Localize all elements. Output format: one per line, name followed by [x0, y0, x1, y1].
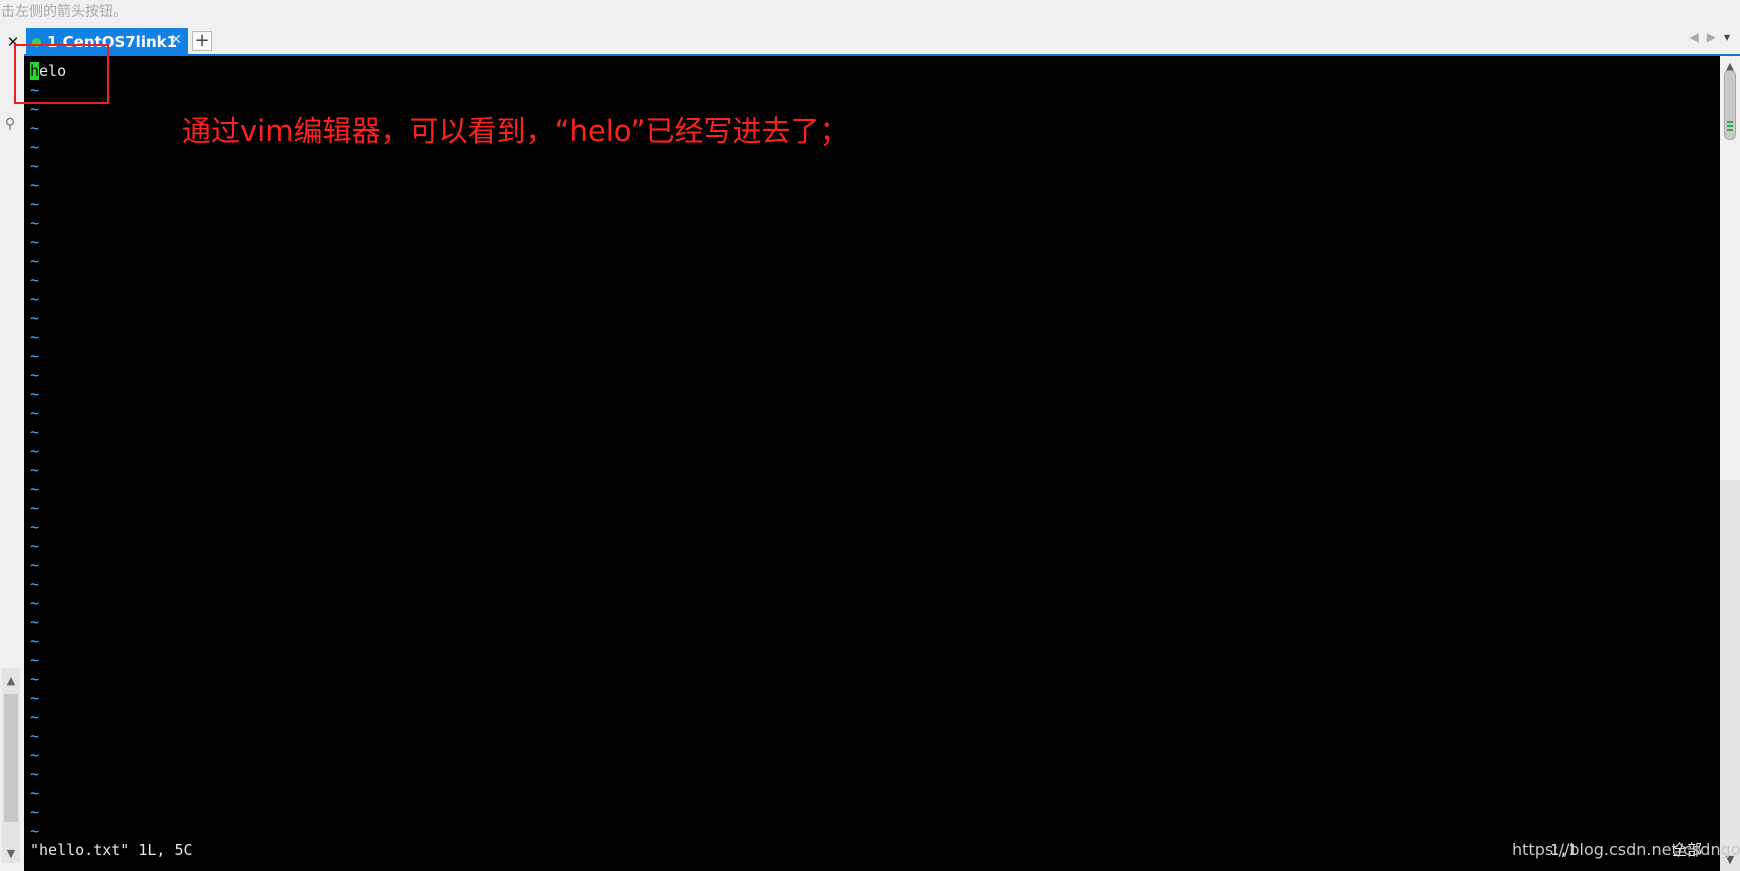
tilde-line: ~: [30, 556, 40, 574]
vim-status-line: "hello.txt" 1L, 5C: [30, 841, 193, 859]
search-icon[interactable]: ⚲: [0, 116, 20, 136]
tilde-line: ~: [30, 290, 40, 308]
annotation-highlight-box: [14, 44, 109, 104]
tilde-line: ~: [30, 138, 40, 156]
tilde-line: ~: [30, 670, 40, 688]
tilde-line: ~: [30, 404, 40, 422]
left-scrollbar[interactable]: ▲ ▼: [2, 668, 20, 863]
tilde-line: ~: [30, 708, 40, 726]
scroll-thumb[interactable]: [1724, 70, 1736, 140]
tilde-line: ~: [30, 271, 40, 289]
tilde-line: ~: [30, 214, 40, 232]
tilde-line: ~: [30, 366, 40, 384]
tilde-line: ~: [30, 252, 40, 270]
scroll-down-icon[interactable]: ▼: [2, 845, 20, 863]
tilde-line: ~: [30, 575, 40, 593]
add-tab-button[interactable]: +: [192, 31, 212, 51]
tilde-line: ~: [30, 727, 40, 745]
terminal-scrollbar[interactable]: ▲ ▼: [1720, 56, 1740, 871]
tilde-line: ~: [30, 784, 40, 802]
terminal-screen[interactable]: helo ~ ~ ~ ~ ~ ~ ~ ~ ~ ~ ~ ~ ~ ~ ~ ~ ~ ~ ~ ~ ~ ~ ~ ~ ~ ~ ~ ~ ~ ~ ~ ~ ~ ~ ~…: [24, 56, 1720, 871]
tilde-line: ~: [30, 233, 40, 251]
tilde-line: ~: [30, 746, 40, 764]
scroll-track[interactable]: [1720, 480, 1740, 871]
tilde-line: ~: [30, 594, 40, 612]
tilde-line: ~: [30, 347, 40, 365]
tilde-line: ~: [30, 689, 40, 707]
tilde-line: ~: [30, 499, 40, 517]
tilde-line: ~: [30, 385, 40, 403]
annotation-text: 通过vim编辑器，可以看到，“helo”已经写进去了；: [182, 114, 849, 148]
tilde-line: ~: [30, 328, 40, 346]
scroll-thumb[interactable]: [4, 694, 18, 822]
hint-bar: 击左侧的箭头按钮。: [1, 4, 127, 20]
watermark: https://blog.csdn.net/csdngoal: [1512, 840, 1740, 859]
tab-navigation: ◀▶▾: [1690, 30, 1731, 44]
tilde-line: ~: [30, 480, 40, 498]
tab-menu-icon[interactable]: ▾: [1724, 30, 1730, 44]
tilde-line: ~: [30, 803, 40, 821]
tilde-line: ~: [30, 518, 40, 536]
tilde-line: ~: [30, 537, 40, 555]
tilde-line: ~: [30, 195, 40, 213]
tilde-line: ~: [30, 765, 40, 783]
tilde-line: ~: [30, 651, 40, 669]
grip-icon: [1727, 121, 1733, 133]
tab-bar: 1 CentOS7link1 ✕ + ◀▶▾: [24, 28, 1740, 56]
tilde-line: ~: [30, 176, 40, 194]
tilde-line: ~: [30, 613, 40, 631]
tilde-line: ~: [30, 632, 40, 650]
scroll-up-icon[interactable]: ▲: [2, 672, 20, 690]
tilde-line: ~: [30, 157, 40, 175]
tab-next-icon[interactable]: ▶: [1707, 30, 1724, 44]
tilde-line: ~: [30, 119, 40, 137]
tilde-line: ~: [30, 822, 40, 840]
tab-prev-icon[interactable]: ◀: [1690, 30, 1707, 44]
tilde-line: ~: [30, 423, 40, 441]
tab-close-icon[interactable]: ✕: [170, 32, 182, 48]
tilde-line: ~: [30, 442, 40, 460]
tilde-line: ~: [30, 309, 40, 327]
tilde-line: ~: [30, 461, 40, 479]
